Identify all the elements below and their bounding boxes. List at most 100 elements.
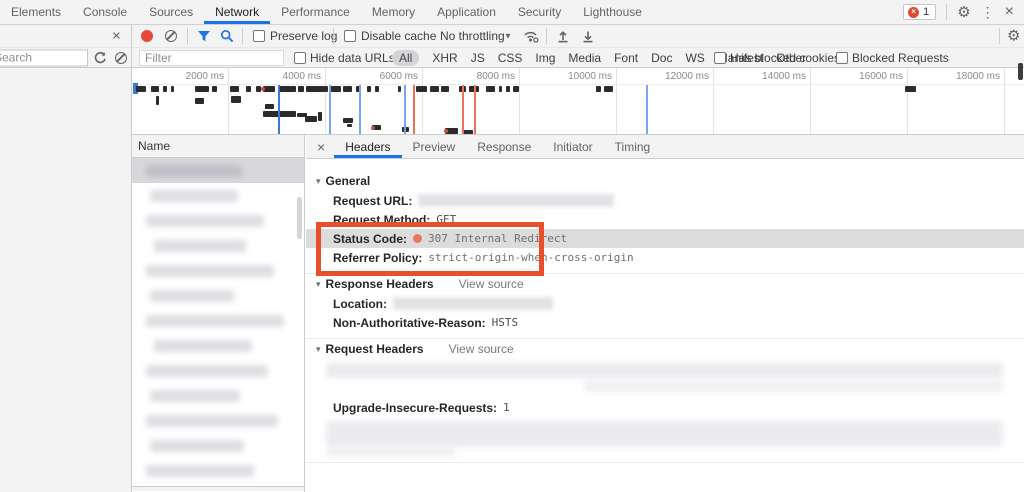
import-har-icon[interactable] — [556, 29, 570, 43]
request-list-item[interactable] — [132, 158, 304, 183]
request-headers-section-header[interactable]: ▾ Request Headers View source — [306, 339, 1024, 359]
search-icon[interactable] — [220, 29, 234, 43]
request-list-item[interactable] — [132, 283, 304, 308]
request-view-source-link[interactable]: View source — [449, 342, 514, 356]
filter-chip-js[interactable]: JS — [471, 51, 485, 65]
close-detail-icon[interactable]: × — [306, 135, 334, 158]
request-list-item[interactable] — [132, 208, 304, 233]
tab-elements[interactable]: Elements — [0, 0, 72, 24]
filter-chip-font[interactable]: Font — [614, 51, 638, 65]
filter-chip-ws[interactable]: WS — [685, 51, 704, 65]
filter-funnel-icon[interactable] — [197, 30, 211, 43]
response-headers-title: Response Headers — [326, 277, 434, 291]
timeline-segment: 10000 ms — [520, 68, 617, 134]
status-code-row: Status Code: 307 Internal Redirect — [306, 229, 1024, 248]
record-button[interactable] — [141, 30, 153, 42]
filter-chip-all[interactable]: All — [392, 50, 419, 66]
request-url-row: Request URL: — [306, 191, 1024, 210]
preserve-log-label: Preserve log — [270, 29, 337, 43]
tab-console[interactable]: Console — [72, 0, 138, 24]
location-label: Location: — [333, 297, 387, 311]
detail-tabbar: × Headers Preview Response Initiator Tim… — [306, 135, 1024, 159]
general-section-header[interactable]: ▾ General — [306, 171, 1024, 191]
error-count-badge[interactable]: × 1 — [903, 4, 936, 20]
blocked-requests-checkbox[interactable] — [836, 52, 848, 64]
divider — [333, 28, 334, 44]
filter-chip-media[interactable]: Media — [568, 51, 601, 65]
request-list-item[interactable] — [132, 408, 304, 433]
request-method-label: Request Method: — [333, 213, 430, 227]
non-authoritative-reason-row: Non-Authoritative-Reason: HSTS — [306, 313, 1024, 332]
clear-requests-icon[interactable] — [165, 30, 177, 42]
tab-security[interactable]: Security — [507, 0, 572, 24]
detail-tab-response[interactable]: Response — [466, 135, 542, 158]
request-list-item[interactable] — [132, 183, 304, 208]
request-url-label: Request URL: — [333, 194, 412, 208]
filter-chip-xhr[interactable]: XHR — [432, 51, 457, 65]
non-authoritative-reason-value: HSTS — [492, 316, 519, 329]
preserve-log-checkbox[interactable] — [253, 30, 265, 42]
timeline-segment: 14000 ms — [714, 68, 811, 134]
request-list-item[interactable] — [132, 333, 304, 358]
request-list-item[interactable] — [132, 233, 304, 258]
export-har-icon[interactable] — [581, 29, 595, 43]
request-list-item[interactable] — [132, 433, 304, 458]
timeline-segment: 8000 ms — [423, 68, 520, 134]
network-settings-gear-icon[interactable]: ⚙ — [1007, 29, 1020, 44]
has-blocked-cookies-checkbox[interactable] — [714, 52, 726, 64]
search-input[interactable] — [0, 49, 88, 66]
status-code-label: Status Code: — [333, 232, 407, 246]
tab-network[interactable]: Network — [204, 0, 270, 24]
filter-chip-doc[interactable]: Doc — [651, 51, 672, 65]
timeline-overview[interactable]: 2000 ms4000 ms6000 ms8000 ms10000 ms1200… — [132, 68, 1024, 135]
referrer-policy-row: Referrer Policy: strict-origin-when-cros… — [306, 248, 1024, 267]
response-view-source-link[interactable]: View source — [459, 277, 524, 291]
request-list-item[interactable] — [132, 383, 304, 408]
tab-memory[interactable]: Memory — [361, 0, 426, 24]
error-icon: × — [908, 7, 919, 18]
request-detail-panel: × Headers Preview Response Initiator Tim… — [306, 135, 1024, 492]
detail-tab-timing[interactable]: Timing — [604, 135, 662, 158]
error-count: 1 — [923, 6, 929, 18]
disable-cache-checkbox[interactable] — [344, 30, 356, 42]
timeline-segment: 16000 ms — [811, 68, 908, 134]
request-list-item[interactable] — [132, 258, 304, 283]
divider — [546, 28, 547, 44]
search-sidebar — [0, 68, 131, 492]
tab-sources[interactable]: Sources — [138, 0, 204, 24]
throttling-dropdown-arrow-icon[interactable]: ▼ — [504, 32, 512, 41]
tab-lighthouse[interactable]: Lighthouse — [572, 0, 653, 24]
disable-cache-label: Disable cache — [361, 29, 436, 43]
upgrade-insecure-requests-label: Upgrade-Insecure-Requests: — [333, 401, 497, 415]
detail-tab-initiator[interactable]: Initiator — [542, 135, 603, 158]
throttling-select[interactable]: No throttling — [440, 29, 505, 43]
response-headers-section-header[interactable]: ▾ Response Headers View source — [306, 274, 1024, 294]
filter-input[interactable] — [139, 50, 284, 66]
clear-search-icon[interactable] — [115, 52, 127, 64]
request-list-item[interactable] — [132, 358, 304, 383]
hide-data-urls-checkbox[interactable] — [294, 52, 306, 64]
detail-tab-headers[interactable]: Headers — [334, 135, 401, 158]
settings-gear-icon[interactable]: ⚙ — [957, 5, 970, 20]
name-column-header[interactable]: Name — [132, 135, 304, 158]
request-headers-title: Request Headers — [326, 342, 424, 356]
request-list-item[interactable] — [132, 458, 304, 483]
refresh-icon[interactable] — [93, 51, 107, 65]
tab-application[interactable]: Application — [426, 0, 507, 24]
detail-tab-preview[interactable]: Preview — [402, 135, 467, 158]
divider — [242, 28, 243, 44]
network-conditions-icon[interactable] — [523, 29, 539, 43]
close-search-panel-icon[interactable]: × — [112, 28, 121, 45]
filter-chip-img[interactable]: Img — [535, 51, 555, 65]
close-devtools-icon[interactable]: × — [1005, 4, 1014, 20]
filter-chip-css[interactable]: CSS — [498, 51, 523, 65]
kebab-menu-icon[interactable]: ⋮ — [981, 5, 995, 19]
list-scrollbar[interactable] — [297, 197, 302, 239]
request-list-panel: Name — [132, 135, 305, 492]
vertical-scrollbar[interactable] — [1018, 63, 1023, 80]
request-list-item[interactable] — [132, 308, 304, 333]
network-toolbar: × Preserve log Disable cache No throttli… — [0, 25, 1024, 47]
upgrade-insecure-requests-value: 1 — [503, 401, 510, 414]
collapse-arrow-icon: ▾ — [316, 344, 321, 355]
tab-performance[interactable]: Performance — [270, 0, 361, 24]
